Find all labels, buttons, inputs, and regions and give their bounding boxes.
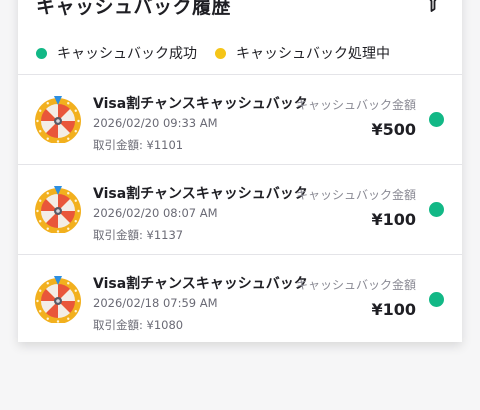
transaction-row[interactable]: Visa割チャンスキャッシュバック 2026/02/20 09:33 AM 取引…: [18, 75, 462, 164]
status-dot: [429, 292, 444, 307]
page-title: キャッシュバック履歴: [36, 0, 232, 18]
status-dot: [429, 202, 444, 217]
transaction-amount: 取引金額: ¥1080: [93, 318, 184, 332]
cashback-amount: ¥500: [371, 120, 416, 139]
legend-item-pending: キャッシュバック処理中: [215, 43, 390, 63]
success-dot: [36, 47, 47, 59]
transaction-date: 2026/02/20 08:07 AM: [93, 206, 218, 220]
cashback-amount-label: キャッシュバック金額: [295, 278, 416, 292]
filter-icon: [429, 0, 437, 12]
cashback-amount-label: キャッシュバック金額: [295, 98, 416, 112]
status-legend: キャッシュバック成功 キャッシュバック処理中: [18, 36, 462, 70]
cashback-history-card: キャッシュバック履歴 キャッシュバック成功 キャッシュバック処理中 Visa割チ…: [18, 0, 462, 342]
transaction-title: Visa割チャンスキャッシュバック: [93, 276, 308, 292]
transaction-date: 2026/02/20 09:33 AM: [93, 116, 218, 130]
transaction-amount: 取引金額: ¥1137: [93, 228, 184, 242]
cashback-amount: ¥100: [371, 210, 416, 229]
legend-item-success: キャッシュバック成功: [36, 43, 197, 63]
legend-label: キャッシュバック成功: [57, 46, 197, 62]
transaction-title: Visa割チャンスキャッシュバック: [93, 186, 308, 202]
prize-wheel-icon: [34, 275, 82, 324]
prize-wheel-icon: [34, 95, 82, 144]
header: キャッシュバック履歴: [18, 0, 462, 18]
transaction-date: 2026/02/18 07:59 AM: [93, 296, 218, 310]
cashback-amount-label: キャッシュバック金額: [295, 188, 416, 202]
status-dot: [429, 112, 444, 127]
transaction-amount: 取引金額: ¥1101: [93, 138, 184, 152]
pending-dot: [215, 47, 226, 59]
transaction-title: Visa割チャンスキャッシュバック: [93, 96, 308, 112]
prize-wheel-icon: [34, 185, 82, 234]
legend-label: キャッシュバック処理中: [236, 46, 390, 62]
transaction-row[interactable]: Visa割チャンスキャッシュバック 2026/02/20 08:07 AM 取引…: [18, 165, 462, 254]
transaction-row[interactable]: Visa割チャンスキャッシュバック 2026/02/18 07:59 AM 取引…: [18, 255, 462, 342]
filter-button[interactable]: [422, 0, 444, 12]
cashback-amount: ¥100: [371, 300, 416, 319]
